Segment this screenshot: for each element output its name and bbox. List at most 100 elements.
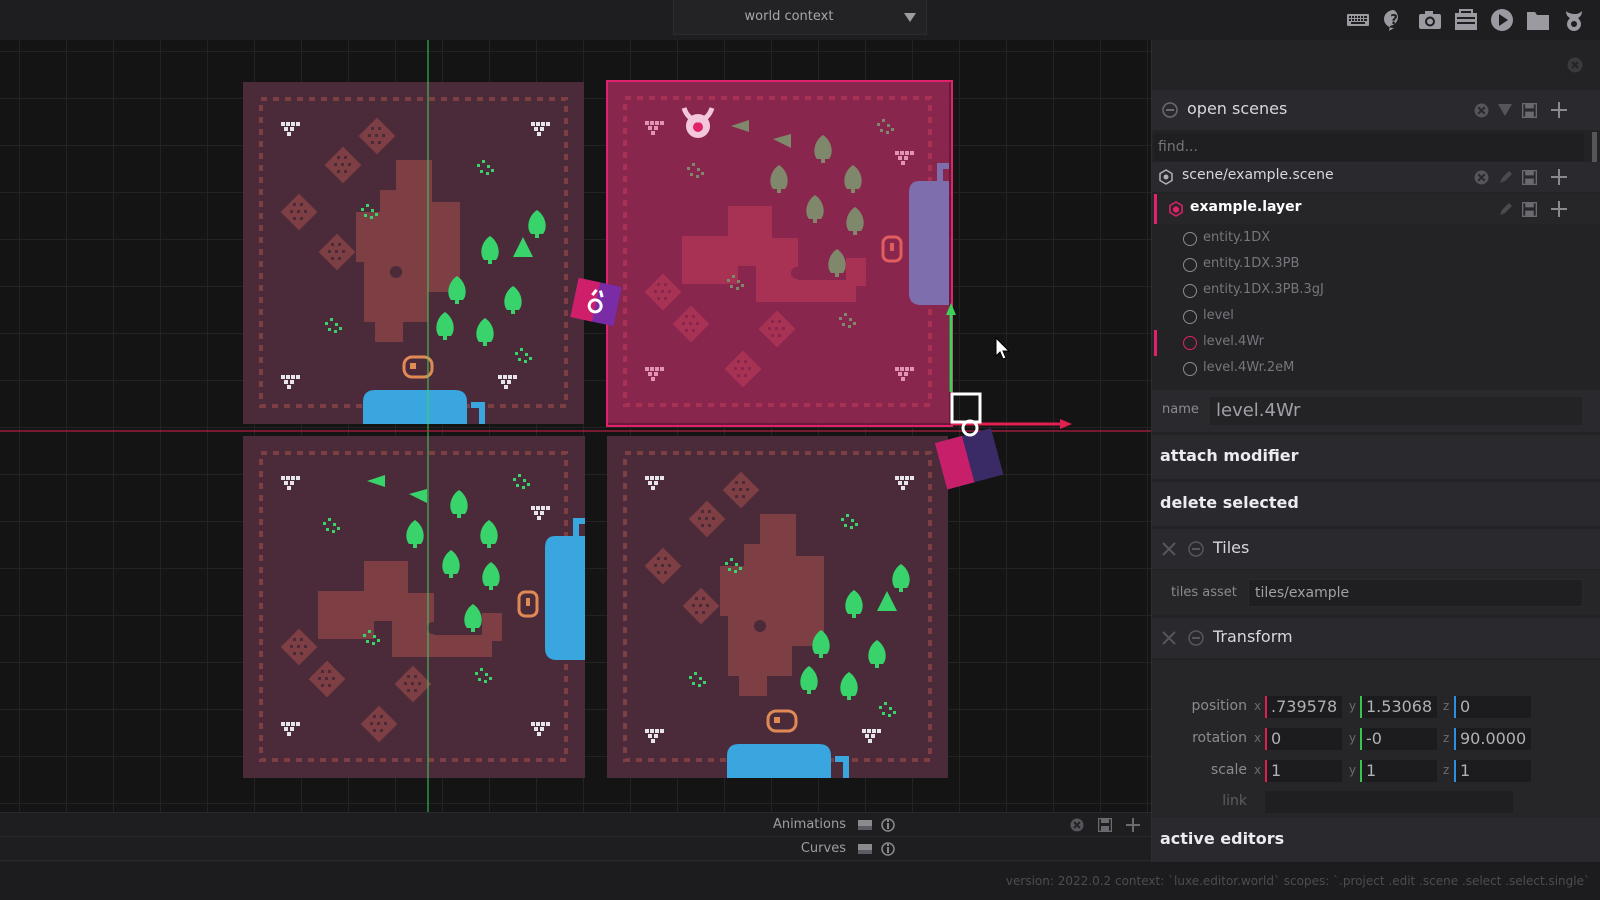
position-x-value: .739578 [1271,697,1338,716]
tiles-header[interactable]: Tiles [1152,529,1600,569]
animations-row[interactable]: Animations [0,813,1151,837]
axis-x-label: x [1254,763,1262,777]
save-icon[interactable] [1522,170,1537,185]
tile-bottom-right[interactable] [607,436,948,778]
info-icon[interactable] [881,842,895,856]
rotation-z-value: 90.0000 [1460,729,1527,748]
save-icon[interactable] [1522,202,1537,217]
position-z-field[interactable]: 0 [1454,696,1531,718]
axis-z-label: z [1443,731,1450,745]
tree-item-label: entity.1DX.3PB [1203,256,1300,271]
collapse-icon[interactable] [1162,102,1178,118]
collapse-icon[interactable] [1188,630,1204,646]
find-input[interactable] [1154,133,1584,161]
panel-toggle-icon[interactable] [858,818,872,832]
tree-item[interactable]: level.4Wr.2eM [1152,356,1572,382]
tiles-asset-label: tiles asset [1171,585,1237,600]
position-x-field[interactable]: .739578 [1265,696,1342,718]
tree-item[interactable]: entity.1DX.3PB.3gJ [1152,278,1572,304]
layer-row[interactable]: example.layer [1152,194,1600,224]
entity-icon [1183,336,1197,350]
add-icon[interactable] [1551,201,1567,217]
camera-icon[interactable] [1418,8,1442,32]
save-icon[interactable] [1522,103,1537,118]
axis-y-label: y [1349,731,1357,745]
add-icon[interactable] [1126,818,1140,832]
axis-x-label: x [1254,731,1262,745]
axis-y-label: y [1349,763,1357,777]
rotation-y-value: -0 [1366,729,1382,748]
edit-icon[interactable] [1499,171,1512,184]
top-bar: world context ? [0,0,1600,40]
close-icon[interactable] [1474,170,1489,185]
axis-z-label: z [1443,699,1450,713]
add-icon[interactable] [1551,169,1567,185]
scale-y-field[interactable]: 1 [1360,760,1437,782]
tree-item-selected[interactable]: level.4Wr [1152,330,1572,356]
tile-top-right-selected[interactable] [607,81,953,427]
tile-top-left[interactable] [243,82,584,424]
collapse-icon[interactable] [1188,541,1204,557]
logo-icon[interactable] [1562,8,1586,32]
curves-row[interactable]: Curves [0,837,1151,861]
entity-icon [1183,232,1197,246]
scene-viewport[interactable] [0,40,1151,812]
scene-name: scene/example.scene [1182,167,1334,183]
tree-item[interactable]: entity.1DX.3PB [1152,252,1572,278]
active-editors-label: active editors [1160,829,1285,848]
scale-x-field[interactable]: 1 [1265,760,1342,782]
rotation-y-field[interactable]: -0 [1360,728,1437,750]
layer-name: example.layer [1190,199,1302,215]
context-dropdown[interactable]: world context [673,0,927,35]
add-icon[interactable] [1551,102,1567,118]
remove-icon[interactable] [1162,542,1176,556]
rotation-x-field[interactable]: 0 [1265,728,1342,750]
remove-icon[interactable] [1162,631,1176,645]
info-icon[interactable] [881,818,895,832]
active-editors-header[interactable]: active editors [1152,818,1600,862]
name-field[interactable]: level.4Wr [1209,396,1583,426]
folder-icon[interactable] [1526,8,1550,32]
position-y-field[interactable]: 1.53068 [1360,696,1437,718]
keyboard-icon[interactable] [1346,8,1370,32]
help-icon[interactable]: ? [1382,8,1406,32]
tree-item[interactable]: entity.1DX [1152,226,1572,252]
close-icon[interactable] [1474,103,1489,118]
tile-bottom-left[interactable] [243,436,585,778]
layer-icon [1169,201,1183,217]
scale-z-field[interactable]: 1 [1454,760,1531,782]
tree-item-label: entity.1DX [1203,230,1271,245]
link-field[interactable] [1265,791,1513,813]
editor-app: world context ? Animations Curves versio… [0,0,1600,900]
close-icon[interactable] [1070,818,1084,832]
open-scenes-header[interactable]: open scenes [1152,90,1600,130]
tiles-asset-field[interactable]: tiles/example [1248,579,1583,607]
transform-header[interactable]: Transform [1152,618,1600,658]
status-bar: version: 2022.0.2 context: `luxe.editor.… [0,862,1600,900]
scrollbar-thumb[interactable] [1592,132,1597,162]
play-icon[interactable] [1490,8,1514,32]
close-panel-icon[interactable] [1567,57,1583,73]
open-scenes-title: open scenes [1187,99,1288,118]
selection-marker [1154,330,1157,356]
transform-gizmo[interactable] [934,303,1072,490]
axis-z-label: z [1443,763,1450,777]
scale-x-value: 1 [1271,761,1282,780]
scene-row[interactable]: scene/example.scene [1152,162,1600,192]
edit-icon[interactable] [1499,203,1512,216]
inspector-panel: open scenes scene/example.scene example.… [1151,40,1600,862]
filter-icon[interactable] [1498,104,1512,116]
rotation-z-field[interactable]: 90.0000 [1454,728,1531,750]
panel-toggle-icon[interactable] [858,842,872,856]
attach-modifier-button[interactable]: attach modifier [1152,435,1600,479]
save-icon[interactable] [1098,818,1112,832]
axis-y-label: y [1349,699,1357,713]
delete-selected-button[interactable]: delete selected [1152,482,1600,526]
tree-item[interactable]: level [1152,304,1572,330]
bottom-panel: Animations Curves [0,812,1151,862]
scene-canvas[interactable] [0,40,1151,812]
status-text: version: 2022.0.2 context: `luxe.editor.… [1005,874,1590,888]
position-label: position [1191,698,1247,714]
tree-item-label: level.4Wr [1203,334,1264,349]
toolbox-icon[interactable] [1454,8,1478,32]
